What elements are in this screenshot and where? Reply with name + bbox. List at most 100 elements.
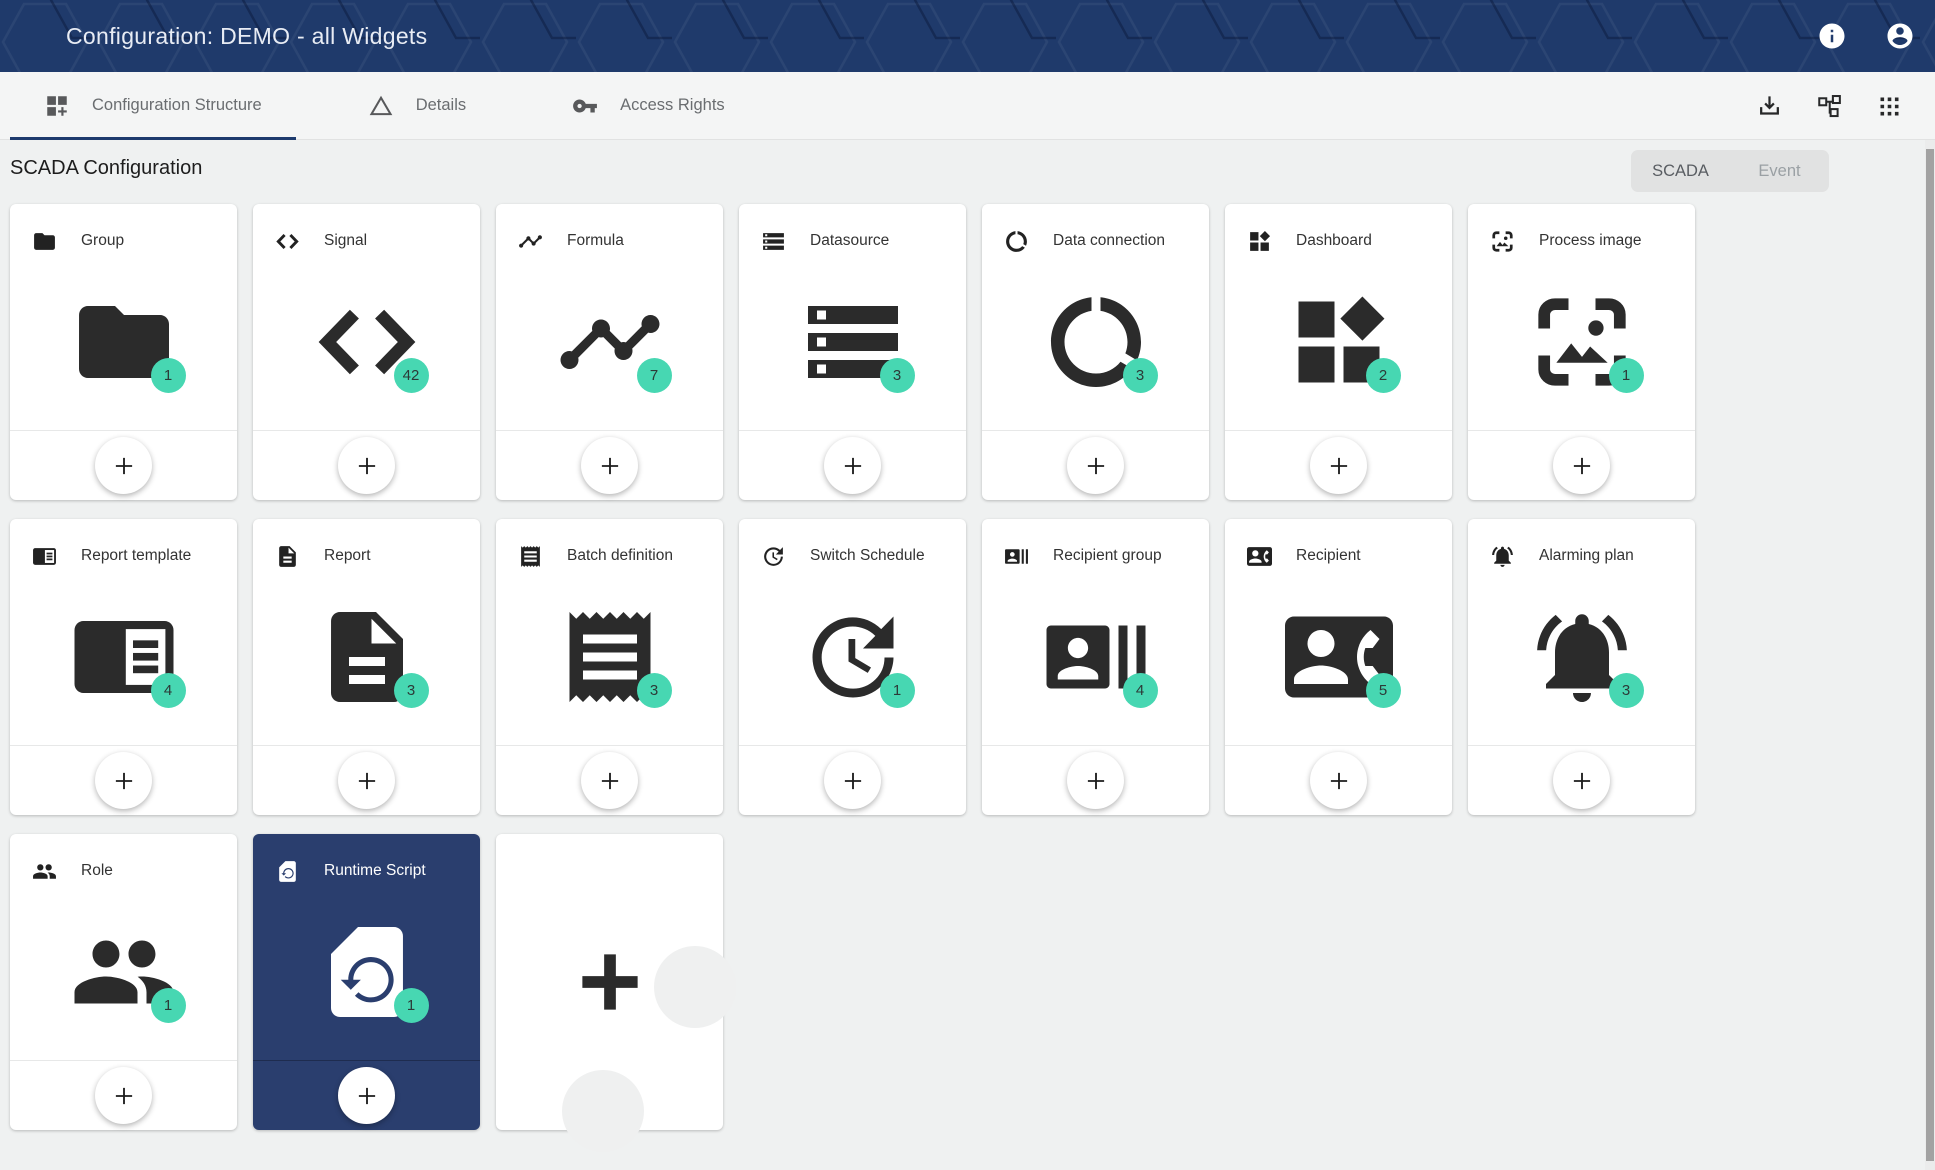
app-header: Configuration: DEMO - all Widgets [0, 0, 1935, 72]
storage-icon [761, 229, 786, 254]
widget-card-data-connection[interactable]: Data connection 3 [982, 204, 1209, 500]
card-title: Process image [1539, 232, 1642, 250]
dashboard-icon [1247, 229, 1272, 254]
clock-arrow-icon [761, 544, 786, 569]
scada-event-toggle: SCADA Event [1631, 150, 1829, 192]
card-title: Report template [81, 547, 191, 565]
add-data-connection-button[interactable] [1067, 437, 1124, 494]
card-title: Runtime Script [324, 862, 426, 880]
add-report-button[interactable] [338, 752, 395, 809]
card-title: Signal [324, 232, 367, 250]
card-title: Switch Schedule [810, 547, 925, 565]
puzzle-notch [562, 1070, 644, 1152]
widget-card-formula[interactable]: Formula 7 [496, 204, 723, 500]
card-title: Data connection [1053, 232, 1165, 250]
page-title: Configuration: DEMO - all Widgets [66, 0, 427, 72]
widget-card-runtime-script[interactable]: Runtime Script 1 [253, 834, 480, 1130]
count-badge: 4 [151, 673, 186, 708]
scrollbar-track[interactable] [1925, 140, 1935, 1170]
receipt-icon [518, 544, 543, 569]
tab-configuration-structure[interactable]: Configuration Structure [16, 72, 290, 139]
count-badge: 42 [394, 358, 429, 393]
code-icon [275, 229, 300, 254]
widget-card-recipient[interactable]: Recipient 5 [1225, 519, 1452, 815]
widget-card-datasource[interactable]: Datasource 3 [739, 204, 966, 500]
widget-card-group[interactable]: Group 1 [10, 204, 237, 500]
card-title: Alarming plan [1539, 547, 1634, 565]
add-formula-button[interactable] [581, 437, 638, 494]
count-badge: 3 [1609, 673, 1644, 708]
data-usage-icon [1004, 229, 1029, 254]
add-switch-schedule-button[interactable] [824, 752, 881, 809]
scrollbar-thumb[interactable] [1926, 149, 1934, 1161]
document-icon [275, 544, 300, 569]
widget-card-report[interactable]: Report 3 [253, 519, 480, 815]
process-image-icon [1490, 229, 1515, 254]
count-badge: 2 [1366, 358, 1401, 393]
add-widget-card[interactable] [496, 834, 723, 1130]
widget-card-switch-schedule[interactable]: Switch Schedule 1 [739, 519, 966, 815]
tab-details[interactable]: Details [340, 72, 494, 139]
card-title: Datasource [810, 232, 889, 250]
widget-card-recipient-group[interactable]: Recipient group 4 [982, 519, 1209, 815]
add-dashboard-button[interactable] [1310, 437, 1367, 494]
contact-list-icon [1004, 544, 1029, 569]
widget-card-report-template[interactable]: Report template 4 [10, 519, 237, 815]
count-badge: 7 [637, 358, 672, 393]
folder-icon [32, 229, 57, 254]
widget-card-role[interactable]: Role 1 [10, 834, 237, 1130]
widget-grid: Group 1 Signal 42 Formula 7 [0, 204, 1935, 1130]
count-badge: 4 [1123, 673, 1158, 708]
line-chart-icon [518, 229, 543, 254]
count-badge: 1 [880, 673, 915, 708]
people-icon [32, 859, 57, 884]
tab-label: Access Rights [620, 96, 725, 115]
contact-phone-icon [1247, 544, 1272, 569]
warning-icon [368, 93, 394, 119]
card-title: Batch definition [567, 547, 673, 565]
add-report-template-button[interactable] [95, 752, 152, 809]
add-runtime-script-button[interactable] [338, 1067, 395, 1124]
toggle-option-scada[interactable]: SCADA [1631, 150, 1730, 192]
card-title: Report [324, 547, 371, 565]
add-role-button[interactable] [95, 1067, 152, 1124]
card-title: Dashboard [1296, 232, 1372, 250]
tab-label: Details [416, 96, 466, 115]
count-badge: 3 [880, 358, 915, 393]
add-alarming-plan-button[interactable] [1553, 752, 1610, 809]
tab-access-rights[interactable]: Access Rights [544, 72, 753, 139]
tab-label: Configuration Structure [92, 96, 262, 115]
account-circle-icon[interactable] [1885, 21, 1915, 51]
card-title: Role [81, 862, 113, 880]
widget-card-alarming-plan[interactable]: Alarming plan 3 [1468, 519, 1695, 815]
count-badge: 3 [1123, 358, 1158, 393]
puzzle-notch [654, 946, 736, 1028]
schema-icon[interactable] [1816, 93, 1843, 120]
widget-card-batch-definition[interactable]: Batch definition 3 [496, 519, 723, 815]
toggle-option-event[interactable]: Event [1730, 150, 1829, 192]
card-title: Group [81, 232, 124, 250]
add-process-image-button[interactable] [1553, 437, 1610, 494]
info-icon[interactable] [1817, 21, 1847, 51]
plus-icon [571, 943, 649, 1021]
add-recipient-group-button[interactable] [1067, 752, 1124, 809]
add-datasource-button[interactable] [824, 437, 881, 494]
widget-card-process-image[interactable]: Process image 1 [1468, 204, 1695, 500]
count-badge: 1 [394, 988, 429, 1023]
add-group-button[interactable] [95, 437, 152, 494]
add-batch-definition-button[interactable] [581, 752, 638, 809]
count-badge: 1 [151, 988, 186, 1023]
card-title: Recipient group [1053, 547, 1162, 565]
section-heading: SCADA Configuration [10, 157, 202, 180]
download-icon[interactable] [1756, 93, 1783, 120]
card-title: Recipient [1296, 547, 1361, 565]
apps-grid-icon[interactable] [1876, 93, 1903, 120]
bell-icon [1490, 544, 1515, 569]
reader-icon [32, 544, 57, 569]
add-recipient-button[interactable] [1310, 752, 1367, 809]
widget-card-signal[interactable]: Signal 42 [253, 204, 480, 500]
key-icon [572, 93, 598, 119]
grid-tab-icon [44, 93, 70, 119]
widget-card-dashboard[interactable]: Dashboard 2 [1225, 204, 1452, 500]
add-signal-button[interactable] [338, 437, 395, 494]
